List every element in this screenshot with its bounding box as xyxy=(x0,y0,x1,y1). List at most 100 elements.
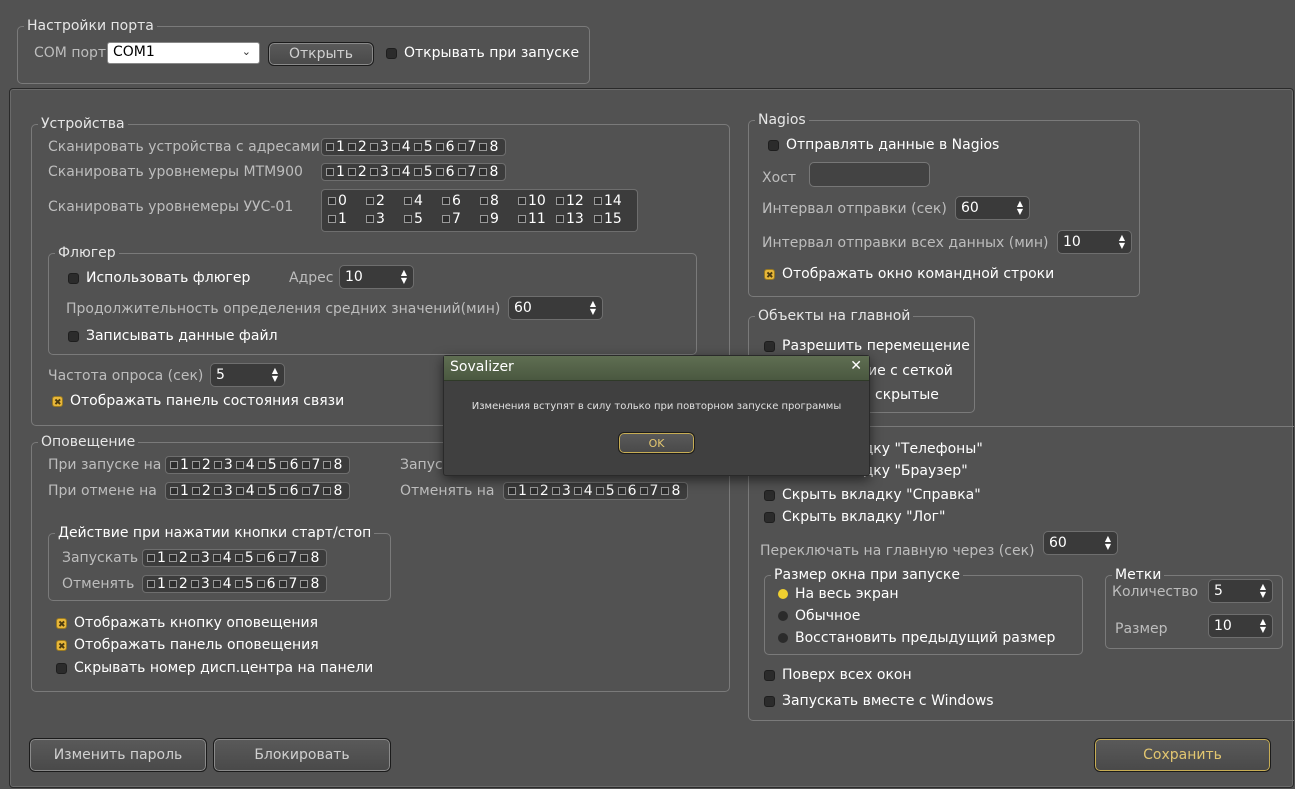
com-port-select[interactable]: COM1 ⌄ xyxy=(107,42,260,64)
hide-help-tab-checkbox[interactable]: Скрыть вкладку "Справка" xyxy=(764,486,981,504)
scan-addresses-selector[interactable]: 12345678 xyxy=(321,138,507,156)
address-checkbox[interactable]: 13 xyxy=(556,210,591,228)
address-checkbox[interactable]: 1 xyxy=(170,483,189,499)
address-checkbox[interactable]: 11 xyxy=(518,210,553,228)
address-checkbox[interactable]: 3 xyxy=(366,210,401,228)
address-checkbox[interactable]: 7 xyxy=(639,483,658,499)
address-checkbox[interactable]: 7 xyxy=(278,576,297,592)
address-checkbox[interactable]: 7 xyxy=(457,139,476,155)
interval-spinner[interactable]: 60 ▲ ▼ xyxy=(955,196,1030,220)
address-checkbox[interactable]: 1 xyxy=(328,210,363,228)
address-checkbox[interactable]: 8 xyxy=(480,192,515,210)
close-icon[interactable]: ✕ xyxy=(850,358,862,374)
address-checkbox[interactable]: 12 xyxy=(556,192,591,210)
action-cancel-selector[interactable]: 12345678 xyxy=(142,575,328,593)
allow-move-checkbox[interactable]: Разрешить перемещение xyxy=(764,337,970,355)
show-status-panel-checkbox[interactable]: Отображать панель состояния связи xyxy=(52,392,344,412)
address-checkbox[interactable]: 6 xyxy=(435,164,455,180)
interval-all-spinner[interactable]: 10 ▲ ▼ xyxy=(1057,230,1132,254)
address-checkbox[interactable]: 4 xyxy=(404,192,439,210)
address-checkbox[interactable]: 4 xyxy=(235,457,255,473)
address-checkbox[interactable]: 14 xyxy=(594,192,629,210)
address-checkbox[interactable]: 4 xyxy=(573,483,593,499)
address-checkbox[interactable]: 6 xyxy=(279,457,299,473)
address-checkbox[interactable]: 4 xyxy=(391,164,411,180)
show-notify-button-checkbox[interactable]: Отображать кнопку оповещения xyxy=(56,614,318,634)
address-checkbox[interactable]: 2 xyxy=(168,576,188,592)
address-checkbox[interactable]: 6 xyxy=(279,483,299,499)
address-checkbox[interactable]: 2 xyxy=(168,550,188,566)
scan-mtm-selector[interactable]: 12345678 xyxy=(321,163,507,181)
cancel-on-selector[interactable]: 12345678 xyxy=(503,482,689,500)
avg-duration-spinner[interactable]: 60 ▲ ▼ xyxy=(508,296,603,320)
hide-log-tab-checkbox[interactable]: Скрыть вкладку "Лог" xyxy=(764,508,945,526)
address-checkbox[interactable]: 8 xyxy=(300,576,319,592)
address-checkbox[interactable]: 7 xyxy=(301,457,320,473)
address-checkbox[interactable]: 3 xyxy=(213,457,233,473)
address-checkbox[interactable]: 8 xyxy=(300,550,319,566)
autostart-checkbox[interactable]: Запускать вместе с Windows xyxy=(764,692,994,710)
address-checkbox[interactable]: 3 xyxy=(369,139,389,155)
address-checkbox[interactable]: 6 xyxy=(256,576,276,592)
open-port-button[interactable]: Открыть xyxy=(268,42,374,66)
lock-button[interactable]: Блокировать xyxy=(213,738,391,772)
host-input[interactable] xyxy=(809,162,930,187)
address-checkbox[interactable]: 3 xyxy=(213,483,233,499)
address-checkbox[interactable]: 5 xyxy=(404,210,439,228)
use-vane-checkbox[interactable]: Использовать флюгер xyxy=(68,269,250,287)
address-checkbox[interactable]: 5 xyxy=(595,483,615,499)
address-checkbox[interactable]: 2 xyxy=(347,164,367,180)
poll-frequency-spinner[interactable]: 5 ▲ ▼ xyxy=(210,363,285,387)
open-on-start-checkbox[interactable]: Открывать при запуске xyxy=(386,44,579,62)
address-checkbox[interactable]: 5 xyxy=(234,550,254,566)
address-checkbox[interactable]: 10 xyxy=(518,192,553,210)
show-cmd-checkbox[interactable]: Отображать окно командной строки xyxy=(764,265,1054,285)
save-button[interactable]: Сохранить xyxy=(1094,738,1271,772)
address-checkbox[interactable]: 7 xyxy=(457,164,476,180)
address-checkbox[interactable]: 5 xyxy=(257,457,277,473)
address-checkbox[interactable]: 5 xyxy=(413,164,433,180)
address-checkbox[interactable]: 6 xyxy=(442,192,477,210)
address-checkbox[interactable]: 4 xyxy=(212,576,232,592)
address-checkbox[interactable]: 8 xyxy=(661,483,680,499)
address-checkbox[interactable]: 6 xyxy=(435,139,455,155)
write-file-checkbox[interactable]: Записывать данные файл xyxy=(68,327,278,345)
restore-size-radio[interactable]: Восстановить предыдущий размер xyxy=(778,629,1055,647)
show-notify-panel-checkbox[interactable]: Отображать панель оповещения xyxy=(56,636,319,656)
address-checkbox[interactable]: 8 xyxy=(479,164,498,180)
address-checkbox[interactable]: 3 xyxy=(369,164,389,180)
address-checkbox[interactable]: 2 xyxy=(347,139,367,155)
switch-main-spinner[interactable]: 60 ▲ ▼ xyxy=(1043,531,1118,555)
address-checkbox[interactable]: 2 xyxy=(529,483,549,499)
address-checkbox[interactable]: 8 xyxy=(479,139,498,155)
address-checkbox[interactable]: 4 xyxy=(235,483,255,499)
address-checkbox[interactable]: 3 xyxy=(190,576,210,592)
dialog-ok-button[interactable]: OK xyxy=(618,432,695,454)
address-checkbox[interactable]: 0 xyxy=(328,192,363,210)
address-checkbox[interactable]: 8 xyxy=(323,483,342,499)
scan-uus-selector[interactable]: 0 2 4 6 8 10 12 14 1 3 5 7 9 11 13 15 xyxy=(321,189,638,232)
address-checkbox[interactable]: 4 xyxy=(391,139,411,155)
vane-address-spinner[interactable]: 10 ▲ ▼ xyxy=(339,265,414,289)
address-checkbox[interactable]: 3 xyxy=(551,483,571,499)
hide-center-number-checkbox[interactable]: Скрывать номер дисп.центра на панели xyxy=(56,659,373,677)
address-checkbox[interactable]: 4 xyxy=(212,550,232,566)
address-checkbox[interactable]: 5 xyxy=(257,483,277,499)
address-checkbox[interactable]: 15 xyxy=(594,210,629,228)
address-checkbox[interactable]: 1 xyxy=(147,576,166,592)
on-start-selector[interactable]: 12345678 xyxy=(165,456,351,474)
address-checkbox[interactable]: 6 xyxy=(617,483,637,499)
address-checkbox[interactable]: 1 xyxy=(326,139,345,155)
address-checkbox[interactable]: 2 xyxy=(191,457,211,473)
address-checkbox[interactable]: 2 xyxy=(191,483,211,499)
address-checkbox[interactable]: 6 xyxy=(256,550,276,566)
marks-size-spinner[interactable]: 10 ▲ ▼ xyxy=(1208,614,1273,638)
address-checkbox[interactable]: 7 xyxy=(278,550,297,566)
change-password-button[interactable]: Изменить пароль xyxy=(29,738,207,772)
marks-count-spinner[interactable]: 5 ▲ ▼ xyxy=(1208,579,1273,603)
on-cancel-selector[interactable]: 12345678 xyxy=(165,482,351,500)
address-checkbox[interactable]: 5 xyxy=(413,139,433,155)
action-start-selector[interactable]: 12345678 xyxy=(142,549,328,567)
address-checkbox[interactable]: 1 xyxy=(170,457,189,473)
address-checkbox[interactable]: 1 xyxy=(147,550,166,566)
